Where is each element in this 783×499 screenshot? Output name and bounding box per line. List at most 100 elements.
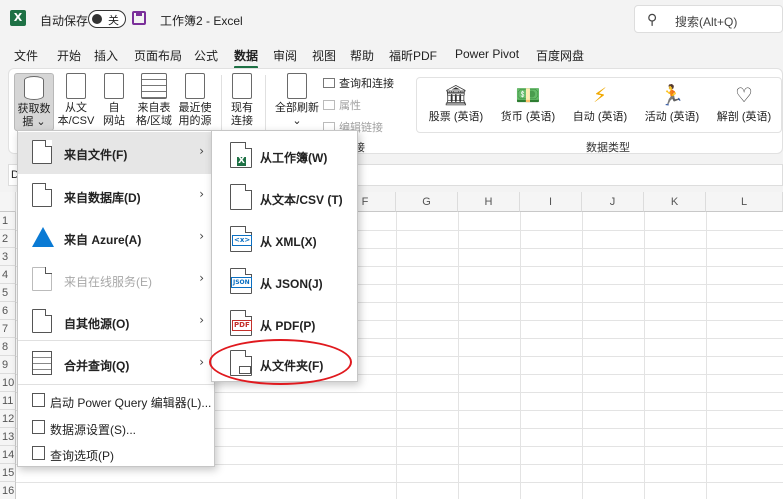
chevron-right-icon: › (199, 355, 204, 369)
get-data-button[interactable]: 获取数 据 ⌄ (14, 73, 54, 131)
submenu-item-label: 从工作簿(W) (260, 151, 328, 165)
tab-help[interactable]: 帮助 (350, 47, 374, 64)
row-header[interactable]: 13 (0, 428, 16, 446)
select-all-corner[interactable] (0, 192, 16, 212)
from-web-button[interactable]: 自 网站 (98, 73, 130, 128)
online-services-icon (32, 267, 52, 291)
menu-item-label: 启动 Power Query 编辑器(L)... (50, 396, 212, 410)
menu-item-data-source-settings[interactable]: 数据源设置(S)... (18, 414, 214, 440)
refresh-dropdown-icon[interactable]: ⌄ (271, 115, 323, 128)
submenu-item-label: 从 XML(X) (260, 235, 317, 249)
tab-insert[interactable]: 插入 (94, 47, 118, 64)
column-header[interactable]: K (644, 192, 706, 212)
from-table-label-1: 来自表 (137, 102, 171, 114)
get-data-menu: 来自文件(F) › 来自数据库(D) › 来自 Azure(A) › 来自在线服… (17, 130, 215, 467)
row-header[interactable]: 16 (0, 482, 16, 499)
row-header[interactable]: 9 (0, 356, 16, 374)
from-table-button[interactable]: 来自表 格/区域 (134, 73, 174, 128)
search-box[interactable]: ⚲ 搜索(Alt+Q) (634, 5, 783, 33)
existing-connections-button[interactable]: 现有 连接 (226, 73, 258, 128)
tab-data[interactable]: 数据 (234, 47, 259, 69)
row-header[interactable]: 6 (0, 302, 16, 320)
row-header[interactable]: 12 (0, 410, 16, 428)
menu-item-from-file[interactable]: 来自文件(F) › (18, 132, 214, 174)
tab-formulas[interactable]: 公式 (194, 47, 218, 64)
column-header[interactable]: G (396, 192, 458, 212)
menu-item-query-options[interactable]: 查询选项(P) (18, 440, 214, 466)
azure-icon (32, 227, 54, 247)
from-table-label-2: 格/区域 (135, 115, 173, 127)
queries-label: 查询和连接 (339, 78, 394, 90)
queries-connections-button[interactable]: 查询和连接 (323, 75, 394, 91)
data-type-anatomy[interactable]: ♡ 解剖 (英语) (709, 82, 779, 124)
submenu-item-from-json[interactable]: JSON 从 JSON(J) (212, 261, 357, 303)
connections-icon (232, 73, 252, 99)
column-header[interactable]: J (582, 192, 644, 212)
tab-file[interactable]: 文件 (14, 47, 38, 64)
menu-separator (18, 384, 214, 385)
submenu-item-from-xml[interactable]: <x> 从 XML(X) (212, 219, 357, 261)
chevron-right-icon: › (199, 144, 204, 158)
row-header[interactable]: 7 (0, 320, 16, 338)
database-icon (24, 76, 44, 100)
from-web-label-2: 网站 (103, 115, 125, 127)
recent-sources-button[interactable]: 最近使 用的源 (175, 73, 215, 128)
text-file-icon (66, 73, 86, 99)
row-header[interactable]: 5 (0, 284, 16, 302)
menu-bar: 文件 开始 插入 页面布局 公式 数据 审阅 视图 帮助 福昕PDF Power… (0, 40, 783, 69)
tab-page-layout[interactable]: 页面布局 (134, 47, 182, 64)
tab-view[interactable]: 视图 (312, 47, 336, 64)
autosave-toggle[interactable]: 关 (88, 10, 126, 28)
search-icon: ⚲ (647, 11, 658, 27)
row-header[interactable]: 2 (0, 230, 16, 248)
currency-icon: 💵 (515, 83, 541, 107)
web-icon (104, 73, 124, 99)
text-file-icon (230, 184, 252, 210)
menu-item-label: 合并查询(Q) (64, 359, 130, 373)
row-header[interactable]: 1 (0, 212, 16, 230)
menu-item-from-database[interactable]: 来自数据库(D) › (18, 175, 214, 217)
data-type-stocks[interactable]: 🏛 股票 (英语) (421, 82, 491, 124)
column-header[interactable]: L (706, 192, 783, 212)
document-title: 工作簿2 - Excel (160, 14, 243, 28)
tab-review[interactable]: 审阅 (273, 47, 297, 64)
pdf-file-icon: PDF (230, 310, 252, 336)
chevron-right-icon: › (199, 229, 204, 243)
row-header[interactable]: 15 (0, 464, 16, 482)
refresh-all-button[interactable]: 全部刷新 ⌄ (271, 73, 323, 128)
toggle-knob (92, 14, 102, 24)
highlight-annotation (209, 339, 352, 385)
tab-baidu-netdisk[interactable]: 百度网盘 (536, 47, 584, 64)
data-type-automatic[interactable]: ⚡ 自动 (英语) (565, 82, 635, 124)
properties-button[interactable]: 属性 (323, 97, 361, 113)
data-type-activity[interactable]: 🏃 活动 (英语) (637, 82, 707, 124)
submenu-item-from-workbook[interactable]: X 从工作簿(W) (212, 135, 357, 177)
from-text-csv-button[interactable]: 从文 本/CSV (56, 73, 96, 128)
menu-item-combine-queries[interactable]: 合并查询(Q) › (18, 343, 214, 385)
activity-label: 活动 (英语) (644, 111, 700, 123)
menu-item-from-online-services[interactable]: 来自在线服务(E) › (18, 259, 214, 301)
tab-home[interactable]: 开始 (57, 47, 81, 64)
menu-item-launch-power-query[interactable]: 启动 Power Query 编辑器(L)... (18, 387, 214, 413)
menu-item-from-other-sources[interactable]: 自其他源(O) › (18, 301, 214, 343)
menu-item-from-azure[interactable]: 来自 Azure(A) › (18, 217, 214, 259)
toggle-state: 关 (108, 15, 119, 27)
row-header[interactable]: 10 (0, 374, 16, 392)
formula-input[interactable] (340, 164, 783, 186)
tab-foxit-pdf[interactable]: 福昕PDF (389, 47, 437, 64)
database-icon (32, 183, 52, 207)
data-type-currency[interactable]: 💵 货币 (英语) (493, 82, 563, 124)
chevron-right-icon: › (199, 187, 204, 201)
column-header[interactable]: H (458, 192, 520, 212)
row-header[interactable]: 4 (0, 266, 16, 284)
bank-icon: 🏛 (443, 83, 469, 107)
save-icon[interactable] (132, 11, 146, 25)
row-header[interactable]: 3 (0, 248, 16, 266)
row-header[interactable]: 11 (0, 392, 16, 410)
row-header[interactable]: 8 (0, 338, 16, 356)
row-header[interactable]: 14 (0, 446, 16, 464)
table-icon (141, 73, 167, 99)
column-header[interactable]: I (520, 192, 582, 212)
tab-power-pivot[interactable]: Power Pivot (455, 47, 519, 61)
submenu-item-from-text-csv[interactable]: 从文本/CSV (T) (212, 177, 357, 219)
